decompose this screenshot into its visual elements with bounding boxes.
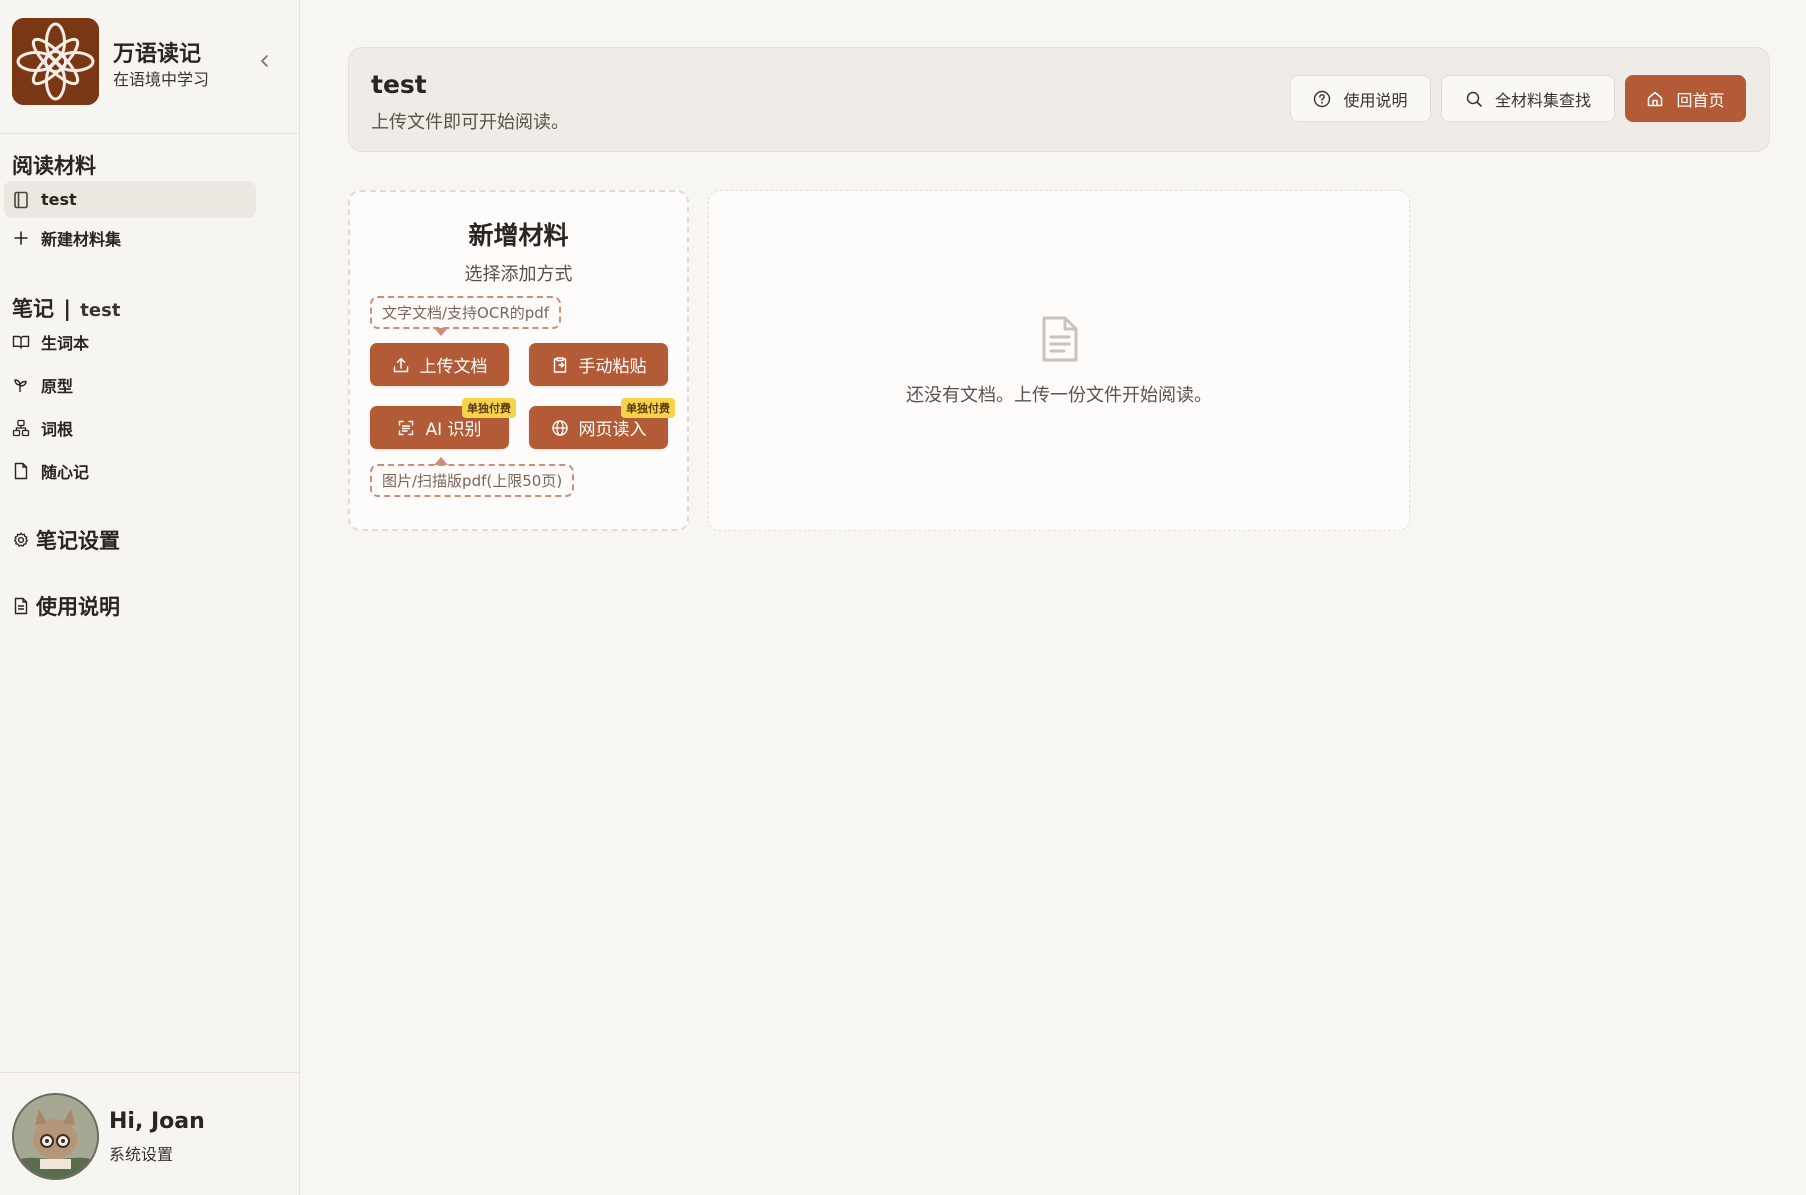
file-icon: [12, 462, 30, 480]
sidebar-item-lemma[interactable]: 原型: [4, 366, 256, 403]
hint-arrow-up: [434, 457, 448, 465]
search-icon: [1465, 90, 1483, 108]
notes-section-title: 笔记 | test: [12, 293, 120, 323]
web-import-label: 网页读入: [578, 420, 647, 440]
sidebar-item-vocabulary[interactable]: 生词本: [4, 323, 256, 360]
text-format-hint: 文字文档/支持OCR的pdf: [370, 296, 562, 336]
add-material-subtitle: 选择添加方式: [464, 264, 573, 285]
notes-separator: |: [63, 297, 71, 321]
help-button-label: 使用说明: [1343, 90, 1408, 110]
empty-state-text: 还没有文档。上传一份文件开始阅读。: [906, 385, 1212, 406]
brand-title: 万语读记: [113, 42, 202, 67]
document-icon: [12, 597, 30, 615]
sidebar-item-label: 词根: [41, 419, 74, 439]
network-icon: [12, 419, 30, 437]
sidebar-item-label: 随心记: [41, 462, 90, 482]
note-settings-label: 笔记设置: [36, 529, 120, 553]
page-subtitle: 上传文件即可开始阅读。: [371, 112, 569, 133]
empty-document-icon: [1042, 316, 1078, 362]
note-settings-link[interactable]: 笔记设置: [12, 525, 120, 555]
ai-recognition-label: AI 识别: [425, 420, 482, 440]
upload-icon: [392, 356, 410, 374]
brand-logo: [12, 18, 99, 105]
material-item-label: test: [41, 190, 77, 209]
ai-recognition-button[interactable]: AI 识别 单独付费: [370, 398, 516, 449]
user-panel: Hi, Joan 系统设置: [0, 1072, 299, 1195]
new-collection-label: 新建材料集: [41, 229, 122, 249]
new-collection-button[interactable]: 新建材料集: [4, 219, 256, 256]
gear-icon: [12, 531, 30, 549]
plus-icon: [12, 229, 30, 247]
scan-text-icon: [397, 419, 415, 437]
global-search-label: 全材料集查找: [1494, 90, 1591, 110]
home-icon: [1646, 90, 1664, 108]
manual-paste-label: 手动粘贴: [578, 357, 647, 377]
page-header: test 上传文件即可开始阅读。 使用说明 全材料集查找 回首页: [348, 47, 1770, 152]
image-format-hint: 图片/扫描版pdf(上限50页): [370, 457, 575, 497]
usage-guide-link[interactable]: 使用说明: [12, 591, 120, 621]
chevron-left-icon: [261, 55, 268, 67]
upload-document-label: 上传文档: [419, 357, 488, 377]
manual-paste-button[interactable]: 手动粘贴: [529, 343, 668, 386]
image-format-hint-label: 图片/扫描版pdf(上限50页): [382, 472, 563, 490]
hint-arrow-down: [434, 328, 448, 336]
paid-badge: 单独付费: [462, 398, 516, 418]
materials-section-title: 阅读材料: [12, 154, 96, 178]
globe-icon: [551, 419, 569, 437]
sidebar-item-freenotes[interactable]: 随心记: [4, 452, 256, 489]
brand-subtitle: 在语境中学习: [113, 70, 210, 89]
home-button-label: 回首页: [1676, 90, 1725, 110]
sidebar: 万语读记 在语境中学习 阅读材料 test 新建材料集 笔记 | test 生词…: [0, 0, 300, 1195]
paid-badge: 单独付费: [621, 398, 675, 418]
document-list-panel: 还没有文档。上传一份文件开始阅读。: [708, 190, 1410, 531]
material-item-test[interactable]: test: [4, 181, 256, 218]
notes-title: 笔记: [12, 297, 54, 321]
notebook-icon: [12, 191, 30, 209]
user-greeting: Hi, Joan: [109, 1109, 205, 1134]
sprout-icon: [12, 376, 30, 394]
upload-document-button[interactable]: 上传文档: [370, 343, 509, 386]
add-material-title: 新增材料: [468, 221, 569, 250]
notes-context: test: [80, 300, 121, 321]
global-search-button[interactable]: 全材料集查找: [1441, 75, 1615, 122]
web-import-button[interactable]: 网页读入 单独付费: [529, 398, 675, 449]
question-circle-icon: [1313, 90, 1331, 108]
avatar[interactable]: [12, 1093, 99, 1180]
page-title: test: [371, 70, 427, 99]
sidebar-item-roots[interactable]: 词根: [4, 409, 256, 446]
clipboard-paste-icon: [551, 356, 569, 374]
sidebar-item-label: 原型: [41, 376, 74, 396]
home-button[interactable]: 回首页: [1625, 75, 1746, 122]
book-open-icon: [12, 333, 30, 351]
system-settings-link[interactable]: 系统设置: [109, 1141, 173, 1165]
add-material-card: 新增材料 选择添加方式 文字文档/支持OCR的pdf 上传文档 手动粘贴 AI …: [348, 190, 689, 531]
usage-guide-label: 使用说明: [36, 595, 120, 619]
sidebar-item-label: 生词本: [41, 333, 90, 353]
text-format-hint-label: 文字文档/支持OCR的pdf: [382, 304, 550, 322]
help-button[interactable]: 使用说明: [1290, 75, 1431, 122]
brand-header: 万语读记 在语境中学习: [0, 0, 299, 134]
collapse-sidebar-button[interactable]: [254, 48, 276, 74]
